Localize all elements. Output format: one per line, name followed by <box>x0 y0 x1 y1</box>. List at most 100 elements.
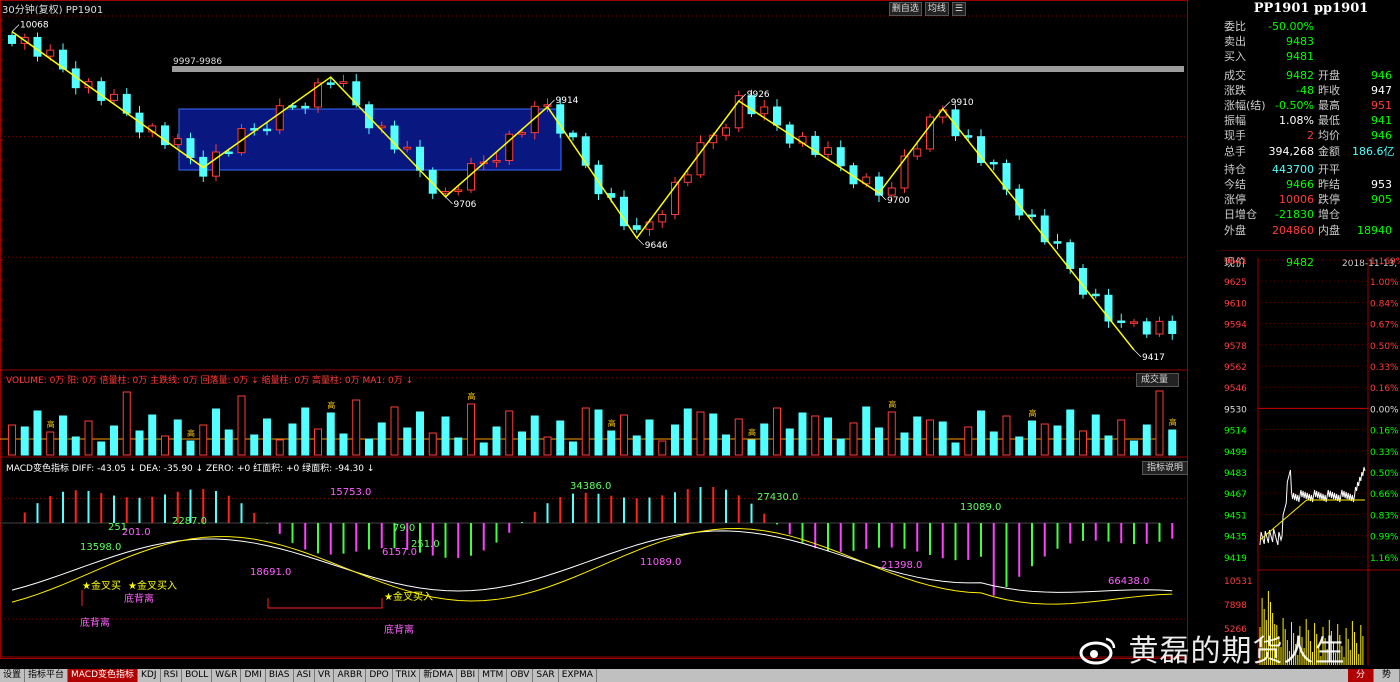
candle-body <box>403 146 412 150</box>
candle-body <box>722 127 730 136</box>
quote-value: 204860 <box>1272 223 1314 237</box>
side-panel-tab[interactable]: 势 <box>1374 669 1400 682</box>
candle-body <box>569 132 577 138</box>
mini-pct-tick: 0.84% <box>1370 299 1399 309</box>
volume-bar <box>1028 420 1036 456</box>
indicator-tab[interactable]: VR <box>315 669 335 682</box>
indicator-tab[interactable]: KDJ <box>138 669 161 682</box>
indicator-tab[interactable]: 指标平台 <box>25 669 69 682</box>
volume-bar <box>352 399 361 456</box>
volume-bar <box>339 433 348 456</box>
indicator-tab[interactable]: MACD变色指标 <box>68 669 139 682</box>
ma-button[interactable]: 均线 <box>924 2 949 16</box>
quote-label: 持仓 <box>1224 162 1246 176</box>
chart-canvas[interactable]: 10104998498639743962295019997-9986100689… <box>0 0 1188 660</box>
indicator-tab[interactable]: BOLL <box>182 669 213 682</box>
candle-body <box>1168 320 1177 334</box>
quote-row: 总手 394,268 金额 186.6亿 <box>1224 144 1395 159</box>
volume-bar <box>326 412 335 456</box>
resistance-label: 9997-9986 <box>173 57 222 67</box>
volume-bar <box>760 423 769 456</box>
volume-bar <box>390 406 399 456</box>
volume-bar <box>581 407 590 456</box>
volume-bar <box>658 440 667 456</box>
volume-bar <box>454 437 463 456</box>
quote-value: 9481 <box>1286 50 1314 64</box>
volume-tag: 高 <box>187 428 195 438</box>
indicator-tab[interactable]: ARBR <box>334 669 367 682</box>
weibo-icon <box>1079 637 1116 665</box>
indicator-tab[interactable]: BBI <box>457 669 480 682</box>
volume-bar <box>33 410 42 456</box>
indicator-tab[interactable]: 设置 <box>0 669 26 682</box>
quote-label: 昨结 <box>1318 178 1340 191</box>
indicator-tab[interactable]: DPO <box>366 669 393 682</box>
volume-bar <box>875 427 883 456</box>
divergence-signal: 底背离 <box>384 623 414 636</box>
indicator-tab[interactable]: ASI <box>294 669 316 682</box>
volume-bar <box>1040 423 1049 456</box>
quote-value: 394,268 <box>1268 144 1315 158</box>
extreme-pointer <box>1133 349 1142 358</box>
volume-bar <box>59 415 67 456</box>
volume-bar <box>849 422 858 456</box>
mini-pct-tick: 1.16% <box>1370 554 1399 564</box>
extreme-pointer <box>942 101 950 110</box>
volume-bar <box>734 418 743 456</box>
quote-label: 买入 <box>1224 50 1246 64</box>
chart-area[interactable]: 10104998498639743962295019997-9986100689… <box>0 0 1188 660</box>
indicator-tab[interactable]: EXPMA <box>559 669 597 682</box>
quote-row: 日增仓 -21830 增仓 <box>1224 207 1392 222</box>
quote-value: 9483 <box>1286 35 1314 49</box>
mini-pct-tick: 0.67% <box>1370 321 1399 331</box>
indicator-tab[interactable]: OBV <box>507 669 534 682</box>
volume-bar <box>173 419 182 456</box>
intraday-chart[interactable]: 9641 1.169% 9625 1.00% 9610 0.84% 9594 0.67% 957… <box>1222 250 1400 670</box>
candle-body <box>1091 293 1100 297</box>
chart-title: 30分钟(复权) PP1901 <box>2 5 104 16</box>
extreme-pointer <box>11 24 20 32</box>
indicator-help-button[interactable]: 指标说明 <box>1142 461 1188 475</box>
indicator-tab[interactable]: BIAS <box>266 669 294 682</box>
volume-bar <box>709 413 718 456</box>
volume-bar <box>1015 436 1024 456</box>
quote-value: 443700 <box>1272 162 1314 176</box>
quote-value: 18940 <box>1357 223 1392 237</box>
candle-body <box>1028 214 1036 217</box>
volume-bar <box>1104 435 1113 456</box>
menu-button[interactable]: ☰ <box>951 2 966 16</box>
quote-label: 金额 <box>1318 144 1340 158</box>
volume-bar <box>785 428 794 456</box>
contract-title: PP1901 pp1901 <box>1253 1 1369 16</box>
dea-line <box>11 528 1173 605</box>
extreme-label: 9706 <box>454 200 477 210</box>
mini-pct-tick: 1.00% <box>1370 278 1399 288</box>
indicator-tab[interactable]: RSI <box>161 669 183 682</box>
divergence-signal: 底背离 <box>124 592 154 605</box>
area-label: 18691.0 <box>250 567 291 578</box>
indicator-tab[interactable]: SAR <box>533 669 559 682</box>
mini-pct-tick: 1.169% <box>1370 257 1400 267</box>
quote-value: 2 <box>1307 129 1314 143</box>
volume-bar <box>263 418 271 456</box>
candle-body <box>824 147 832 155</box>
indicator-tab[interactable]: W&R <box>212 669 242 682</box>
volume-tag: 高 <box>888 399 896 409</box>
volume-bar <box>1168 429 1177 456</box>
side-panel-tab[interactable]: 分 <box>1347 669 1374 682</box>
mini-price-tick: 9625 <box>1224 278 1247 288</box>
volume-tag: 高 <box>468 391 476 401</box>
quote-label: 外盘 <box>1224 223 1246 237</box>
quote-row: 涨幅(结) -0.50% 最高 951 <box>1224 98 1392 113</box>
extreme-label: 9700 <box>887 196 910 206</box>
indicator-tab[interactable]: DMI <box>241 669 266 682</box>
indicator-tab[interactable]: 新DMA <box>420 669 458 682</box>
volume-bar <box>403 427 412 456</box>
volume-select[interactable]: 成交量 <box>1136 373 1180 387</box>
indicator-tab[interactable]: TRIX <box>393 669 421 682</box>
mini-price-tick: 9499 <box>1224 448 1247 458</box>
mini-price-tick: 9467 <box>1224 490 1247 500</box>
indicator-tab[interactable]: MTM <box>479 669 508 682</box>
quote-value: 1.08% <box>1279 114 1314 128</box>
remove-favorite-button[interactable]: 删自选 <box>888 2 922 16</box>
